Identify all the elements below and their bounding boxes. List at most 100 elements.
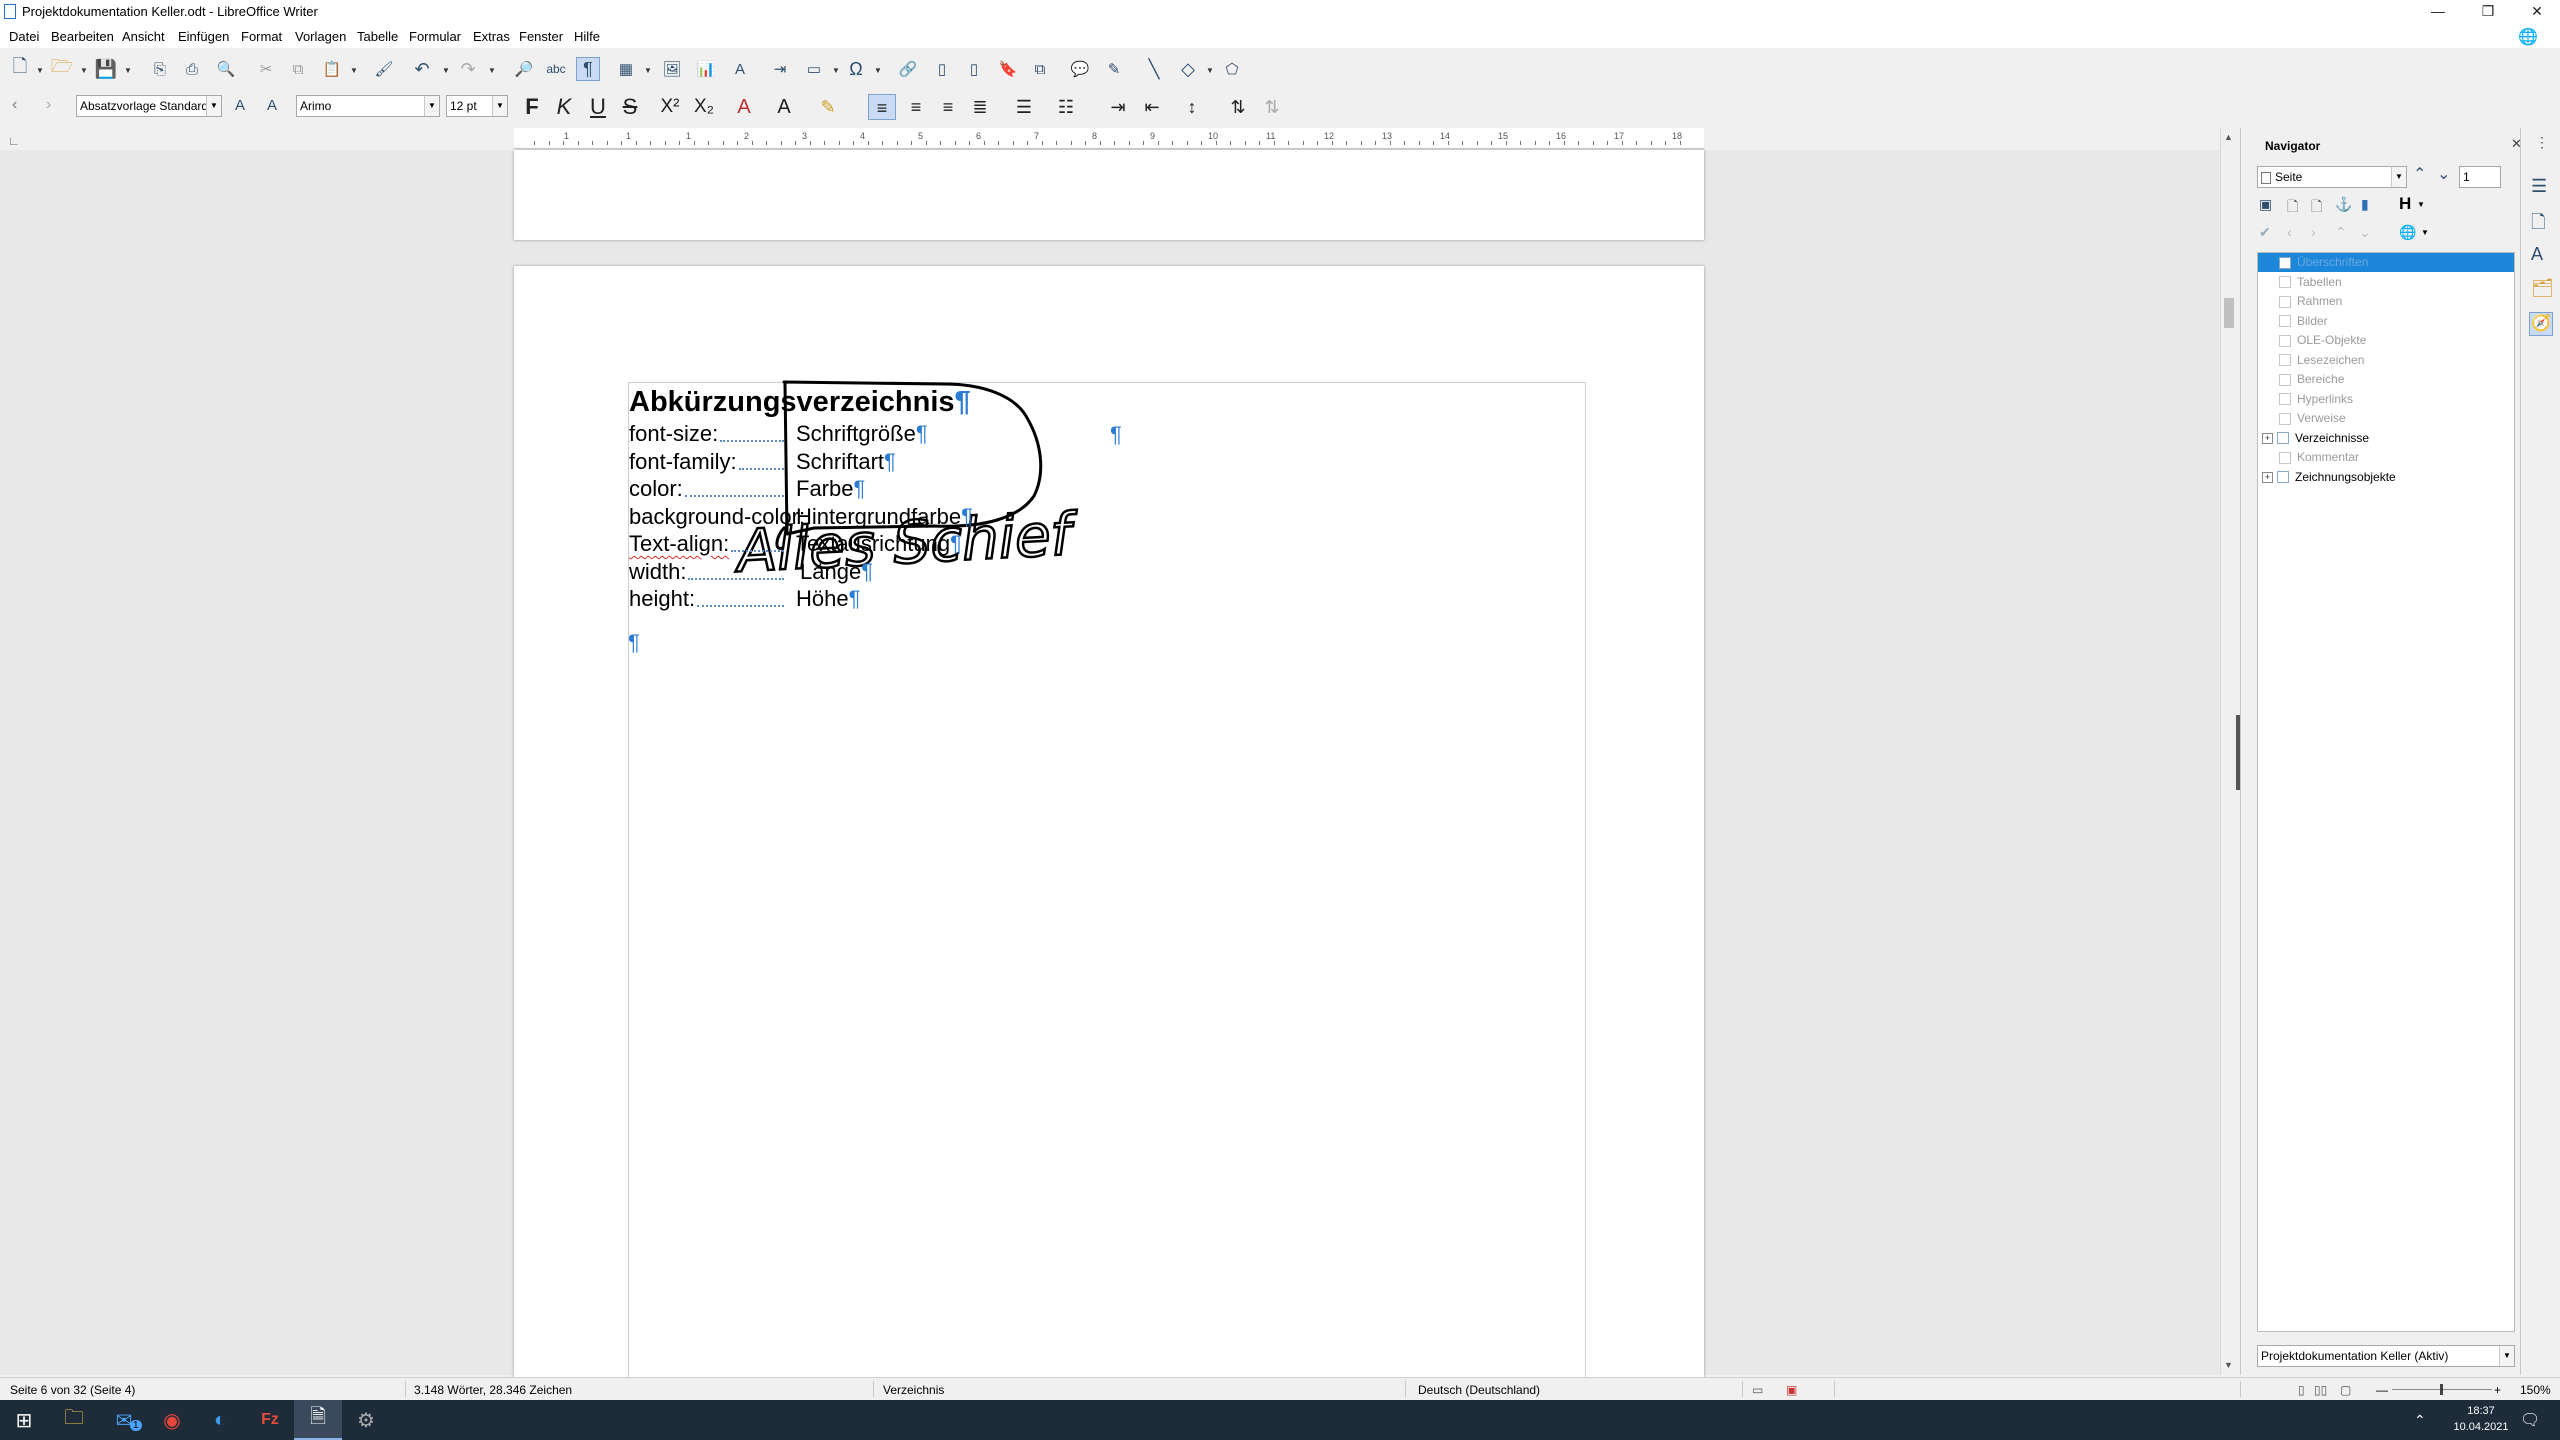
copy-icon[interactable]: ⧉ [286, 57, 310, 81]
font-name-select[interactable]: Arimo ▼ [296, 95, 440, 117]
abbreviation-term[interactable]: font-family: [629, 448, 737, 475]
page-deck-icon[interactable]: 🗋 [2531, 210, 2545, 240]
abbreviation-term[interactable]: font-size: [629, 420, 718, 447]
navigator-tree[interactable]: Überschriften Tabellen Rahmen Bilder OLE-Obj… [2257, 252, 2515, 1332]
move-down-icon[interactable]: ⌄ [2359, 224, 2371, 241]
promote-chapter-icon[interactable]: ‹ [2287, 224, 2292, 240]
chevron-down-icon[interactable]: ▼ [874, 66, 882, 75]
abbreviation-meaning[interactable]: Farbe¶ [796, 475, 865, 502]
properties-icon[interactable]: ☰ [2531, 176, 2547, 197]
horizontal-ruler[interactable]: 1 1 1 2 3 4 5 6 7 8 9 10 11 12 13 14 15 16 17 18 [514, 128, 1704, 149]
chevron-down-icon[interactable]: ▼ [350, 66, 358, 75]
chevron-down-icon[interactable]: ▼ [488, 66, 496, 75]
endnote-icon[interactable]: ▯ [962, 57, 986, 81]
menu-hilfe[interactable]: Hilfe [574, 29, 600, 44]
navigator-item[interactable]: Überschriften [2258, 253, 2514, 272]
page-number-spin[interactable]: 1 [2459, 166, 2501, 188]
subscript-button[interactable]: X₂ [690, 94, 718, 120]
menu-einfuegen[interactable]: Einfügen [178, 29, 229, 44]
tab-stop-type-icon[interactable]: ∟ [8, 134, 20, 148]
navigator-compass-icon[interactable]: 🧭 [2529, 312, 2553, 336]
menu-ansicht[interactable]: Ansicht [122, 29, 165, 44]
insert-page-break-icon[interactable]: ⇥ [768, 57, 792, 81]
menu-tabelle[interactable]: Tabelle [357, 29, 398, 44]
navigator-item[interactable]: Bilder [2258, 312, 2514, 331]
chevron-down-icon[interactable]: ▼ [2421, 228, 2429, 237]
abbreviation-term[interactable]: background-color: [629, 503, 805, 530]
comment-icon[interactable]: 💬 [1068, 57, 1092, 81]
reminder-icon[interactable]: ▮ [2361, 196, 2369, 213]
sidebar-menu-icon[interactable]: ⋮ [2535, 134, 2549, 151]
multi-page-view-icon[interactable]: ▯▯ [2314, 1383, 2327, 1397]
scroll-up-icon[interactable]: ▲ [2224, 132, 2233, 142]
bookmark-icon[interactable]: 🔖 [996, 57, 1020, 81]
file-explorer-icon[interactable]: 🗀 [50, 1400, 98, 1440]
draw-functions-icon[interactable]: ⬠ [1220, 57, 1244, 81]
globe-update-icon[interactable]: 🌐 [2518, 27, 2538, 47]
line-spacing-icon[interactable]: ↕ [1178, 94, 1206, 120]
move-up-icon[interactable]: ⌃ [2335, 224, 2347, 241]
insert-textbox-icon[interactable]: A [728, 57, 752, 81]
paragraph-spacing-increase-icon[interactable]: ⇅ [1224, 94, 1252, 120]
language-status[interactable]: Deutsch (Deutschland) [1418, 1383, 1540, 1397]
font-color-icon[interactable]: A [770, 94, 798, 120]
chrome-icon[interactable]: ◉ [148, 1400, 196, 1440]
notifications-icon[interactable]: 🗨 [2520, 1410, 2540, 1430]
abbreviation-meaning[interactable]: Höhe¶ [796, 585, 860, 612]
insert-image-icon[interactable]: 🖼 [660, 57, 684, 81]
align-left-icon[interactable]: ≡ [868, 94, 896, 120]
footnote-icon[interactable]: ▯ [930, 57, 954, 81]
menu-format[interactable]: Format [241, 29, 282, 44]
zoom-slider-knob[interactable] [2440, 1384, 2443, 1395]
print-icon[interactable]: ⎙ [180, 57, 204, 81]
page-count-status[interactable]: Seite 6 von 32 (Seite 4) [10, 1383, 135, 1397]
chevron-down-icon[interactable]: ▼ [80, 66, 88, 75]
formatting-marks-icon[interactable]: ¶ [576, 57, 600, 81]
strikethrough-button[interactable]: S [616, 94, 644, 120]
chevron-down-icon[interactable]: ▼ [36, 66, 44, 75]
edge-icon[interactable]: ◐ [196, 1400, 244, 1440]
navigator-item[interactable]: Lesezeichen [2258, 351, 2514, 370]
clone-formatting-icon[interactable]: 🖌 [372, 57, 396, 81]
navigation-toggle-icon[interactable]: ▣ [2259, 196, 2272, 213]
document-modified-icon[interactable]: ▣ [1786, 1383, 1797, 1397]
decrease-indent-icon[interactable]: ⇤ [1138, 94, 1166, 120]
new-document-icon[interactable]: 🗋 [8, 56, 32, 81]
italic-button[interactable]: K [550, 94, 578, 120]
special-character-icon[interactable]: Ω [844, 57, 868, 81]
libreoffice-writer-task-icon[interactable]: 🗎 [294, 1400, 342, 1440]
menu-formular[interactable]: Formular [409, 29, 461, 44]
book-view-icon[interactable]: ▢ [2340, 1383, 2351, 1397]
abbreviation-term[interactable]: Text-align: [629, 530, 729, 557]
chevron-down-icon[interactable]: ▼ [2417, 200, 2425, 209]
word-count-status[interactable]: 3.148 Wörter, 28.346 Zeichen [414, 1383, 572, 1397]
heading-level-button[interactable]: H [2399, 194, 2411, 214]
print-preview-icon[interactable]: 🔍 [214, 57, 238, 81]
tray-chevron-icon[interactable]: ⌃ [2414, 1412, 2426, 1429]
justify-icon[interactable]: ≣ [966, 94, 994, 120]
numbered-list-icon[interactable]: ☷ [1052, 94, 1080, 120]
insert-table-icon[interactable]: ▦ [614, 57, 638, 81]
settings-task-icon[interactable]: ⚙ [342, 1400, 390, 1440]
previous-page-icon[interactable]: ⌃ [2413, 164, 2426, 184]
undo-icon[interactable]: ↶ [410, 57, 434, 81]
menu-bearbeiten[interactable]: Bearbeiten [51, 29, 114, 44]
redo-icon[interactable]: ↷ [456, 57, 480, 81]
menu-fenster[interactable]: Fenster [519, 29, 563, 44]
header-icon[interactable]: 🗋 [2287, 196, 2298, 220]
document-area[interactable]: Abkürzungsverzeichnis¶ ¶ ¶ Alles Schief … [0, 150, 2220, 1392]
hyperlink-icon[interactable]: 🔗 [896, 57, 920, 81]
cross-reference-icon[interactable]: ⧉ [1028, 57, 1052, 81]
font-size-select[interactable]: 12 pt ▼ [446, 95, 508, 117]
chevron-down-icon[interactable]: ▼ [442, 66, 450, 75]
menu-extras[interactable]: Extras [473, 29, 510, 44]
menu-vorlagen[interactable]: Vorlagen [295, 29, 346, 44]
chevron-down-icon[interactable]: ▼ [832, 66, 840, 75]
selection-mode-icon[interactable]: ▭ [1752, 1383, 1763, 1397]
bullet-list-icon[interactable]: ☰ [1010, 94, 1038, 120]
navigator-item[interactable]: Tabellen [2258, 273, 2514, 292]
start-windows-icon[interactable]: ⊞ [0, 1400, 48, 1440]
anchor-icon[interactable]: ⚓ [2335, 196, 2352, 213]
paragraph-style-select[interactable]: Absatzvorlage Standard ▼ [76, 95, 222, 117]
current-page[interactable]: Abkürzungsverzeichnis¶ ¶ ¶ Alles Schief … [514, 266, 1704, 1392]
